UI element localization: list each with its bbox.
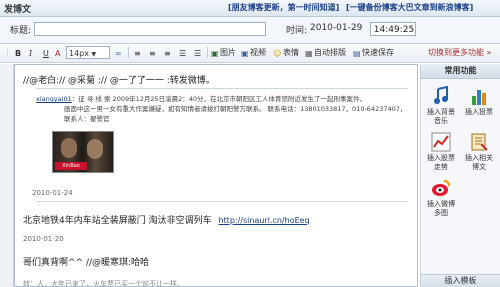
emoticon-button-label[interactable]: 表情 [283,46,299,59]
friend-blog-updates-link[interactable]: [朋友博客更新，第一时间知道] [228,2,339,13]
bar-chart-icon [469,86,489,106]
emoticon-icon[interactable]: ☺ [272,46,282,61]
card-text-2: 画面中这一男一女有重大作案嫌疑，如有知情者请拨打朝阳警方联系。 联系电话：138… [64,105,407,113]
sidebar-item-label: 插入微博多图 [427,200,455,217]
ordered-list-icon[interactable]: ☰ [178,46,187,61]
sidebar-item-label: 插入股票走势 [427,154,455,171]
sidebar-item-stock[interactable]: 插入股票走势 [425,132,457,172]
video-icon[interactable]: ▣ [240,46,250,61]
date-value[interactable]: 2010-01-29 [310,23,362,33]
backup-blog-link[interactable]: [一键备份博客大巴文章到新浪博客] [346,2,473,13]
italic-button[interactable]: I [28,46,33,61]
formatting-toolbar: ⋮ B I U A 14px ▼ ∞ ≡ ≡ ≡ ☰ ☰ ▣ 图片 ▣ 视频 ☺… [0,44,500,63]
link-icon[interactable]: ∞ [114,46,123,61]
truncated-line: 转：人，大年已来了，火车票已买一个前不让一样。 [23,280,184,287]
title-input[interactable] [34,22,266,36]
news-link[interactable]: http://sinaurl.cn/hoEeq [218,216,309,225]
suspect-photo[interactable]: XinBao [52,131,114,173]
autoformat-icon[interactable]: ▦ [304,46,314,61]
user-link[interactable]: xiangyai01 [36,95,72,103]
image-button-label[interactable]: 图片 [220,46,236,59]
weibo-icon [431,178,451,198]
face-shape-left [61,138,77,158]
underline-button[interactable]: U [42,46,50,61]
face-shape-right [87,139,103,159]
sidebar-item-weibo[interactable]: 插入微博多图 [425,178,457,218]
align-right-icon[interactable]: ≡ [163,46,172,61]
insert-template-tab[interactable]: 插入模板 [421,274,500,287]
sidebar-item-label: 插入投票 [465,108,493,116]
time-input[interactable]: 14:49:25 [370,22,416,36]
font-size-value: 14px [69,49,89,58]
sidebar-item-label: 插入背景音乐 [427,108,455,125]
switch-more-features-link[interactable]: 切换到更多功能 » [428,46,491,59]
sidebar-item-vote[interactable]: 插入投票 [463,86,495,117]
quoted-post-card: xiangyai01：征 寻 线 索 2009年12月25日凌晨2：40分，在北… [32,88,408,202]
editor-title-bar: 发博文 [朋友博客更新，第一时间知道] [一键备份博客大巴文章到新浪博客] [0,0,500,17]
font-color-icon[interactable]: A [54,46,61,61]
quicksave-button-label[interactable]: 快速保存 [362,46,394,59]
title-time-row: 标题: 时间: 2010-01-29 14:49:25 [0,17,500,44]
stock-chart-icon [431,132,451,152]
image-badge: XinBao [55,162,87,170]
bold-button[interactable]: B [14,46,22,61]
autoformat-button-label[interactable]: 自动排版 [314,46,346,59]
post-date-2: 2010-01-20 [23,235,64,243]
image-icon[interactable]: ▣ [210,46,220,61]
sidebar-item-label: 插入相关博文 [465,154,493,171]
sidebar-item-related[interactable]: 插入相关博文 [463,132,495,172]
time-label: 时间: [286,26,308,36]
editor-left-gutter [0,64,14,287]
sidebar-item-music[interactable]: 插入背景音乐 [425,85,457,126]
repost-line: //@老白:// @采菊 :// @一了了一一 :转发微博。 [23,76,215,86]
sidebar-header: 常用功能 [421,64,500,79]
chevron-down-icon: ▼ [91,51,97,58]
unordered-list-icon[interactable]: ☰ [193,46,202,61]
font-size-select[interactable]: 14px ▼ [66,46,110,59]
align-left-icon[interactable]: ≡ [133,46,142,61]
music-note-icon [431,85,451,106]
video-button-label[interactable]: 视频 [250,46,266,59]
repost-line-2: 哥们真背啊^^ //@暖寒琪:哈哈 [23,258,150,268]
card-text-1: ：征 寻 线 索 2009年12月25日凌晨2：40分，在北京市朝阳区工人体育馆… [71,95,367,103]
card-text-3: 联系人：翟警官 [64,115,110,123]
toolbar-handle-icon: ⋮ [4,48,11,56]
save-icon[interactable]: ▤ [352,46,362,61]
post-date-1: 2010-01-24 [32,189,73,197]
align-center-icon[interactable]: ≡ [148,46,157,61]
title-label: 标题: [10,26,32,36]
related-post-icon [469,132,489,152]
rich-text-editor[interactable]: //@老白:// @采菊 :// @一了了一一 :转发微博。 xiangyai0… [14,64,418,287]
common-functions-sidebar: 常用功能 插入背景音乐 插入投票 插入股票走势 插入相关博文 插入微博多图 插入… [420,64,500,287]
subway-news-text: 北京地铁4年内车站全装屏蔽门 淘汰非空调列车 [23,216,212,226]
page-title: 发博文 [4,5,32,15]
